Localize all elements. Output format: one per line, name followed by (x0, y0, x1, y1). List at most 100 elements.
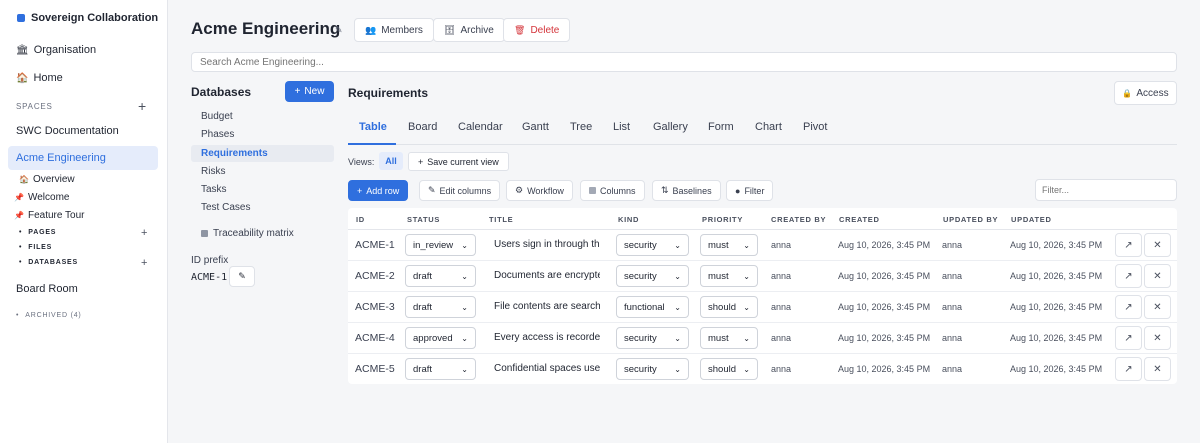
column-header[interactable]: UPDATED BY (943, 215, 998, 224)
filter-button[interactable]: ● Filter (726, 180, 774, 201)
delete-row-button[interactable]: ✕ (1144, 264, 1171, 288)
brand[interactable]: Sovereign Collaboration (17, 12, 158, 24)
table-row[interactable]: ACME-4 approved ⌄ Every access is recorded s… (348, 323, 1177, 354)
archive-button[interactable]: 🗄 Archive (433, 18, 505, 42)
open-row-button[interactable]: ↗ (1115, 357, 1142, 381)
delete-row-button[interactable]: ✕ (1144, 295, 1171, 319)
edit-columns-button[interactable]: ✎ Edit columns (419, 180, 501, 201)
search-input[interactable] (191, 52, 1177, 72)
column-header[interactable]: TITLE (489, 215, 513, 224)
traceability-matrix-link[interactable]: Traceability matrix (201, 228, 294, 239)
row-title[interactable]: Every access is recorded (494, 332, 600, 343)
table-row[interactable]: ACME-2 draft ⌄ Documents are encrypted secur… (348, 261, 1177, 292)
sidebar-item-board-room[interactable]: Board Room (16, 283, 78, 295)
baselines-button[interactable]: ⇅ Baselines (652, 180, 721, 201)
chevron-down-icon: ⌄ (743, 364, 750, 374)
pencil-icon[interactable]: ✎ (335, 25, 343, 36)
filter-input[interactable] (1035, 179, 1177, 201)
row-title[interactable]: Users sign in through the (494, 239, 600, 250)
tab-form[interactable]: Form (708, 121, 734, 133)
column-header[interactable]: KIND (618, 215, 639, 224)
kind-select[interactable]: security ⌄ (616, 265, 689, 287)
delete-row-button[interactable]: ✕ (1144, 233, 1171, 257)
kind-select[interactable]: security ⌄ (616, 234, 689, 256)
status-select[interactable]: draft ⌄ (405, 296, 476, 318)
tab-chart[interactable]: Chart (755, 121, 782, 133)
priority-select[interactable]: should ⌄ (700, 296, 758, 318)
chevron-down-icon: ⌄ (674, 302, 681, 312)
column-header[interactable]: PRIORITY (702, 215, 743, 224)
tab-gallery[interactable]: Gallery (653, 121, 688, 133)
kind-select[interactable]: security ⌄ (616, 327, 689, 349)
column-header[interactable]: CREATED BY (771, 215, 826, 224)
group-files[interactable]: • FILES (19, 244, 52, 251)
save-view-button[interactable]: + Save current view (408, 152, 509, 171)
tab-list[interactable]: List (613, 121, 630, 133)
tab-calendar[interactable]: Calendar (458, 121, 503, 133)
row-title[interactable]: Confidential spaces use (494, 363, 600, 374)
priority-select[interactable]: must ⌄ (700, 265, 758, 287)
group-databases[interactable]: • DATABASES (19, 259, 78, 266)
database-item[interactable]: Budget (191, 108, 334, 125)
tab-gantt[interactable]: Gantt (522, 121, 549, 133)
column-header[interactable]: ID (356, 215, 365, 224)
tab-pivot[interactable]: Pivot (803, 121, 827, 133)
view-all-button[interactable]: All (379, 152, 403, 170)
database-item-active[interactable]: Requirements (191, 145, 334, 162)
sidebar-item-acme-engineering[interactable]: Acme Engineering (8, 146, 158, 170)
column-header[interactable]: STATUS (407, 215, 440, 224)
row-id: ACME-3 (355, 301, 395, 313)
open-row-button[interactable]: ↗ (1115, 326, 1142, 350)
expand-icon: ↗ (1124, 239, 1133, 251)
status-value: in_review (413, 239, 454, 251)
database-item[interactable]: Test Cases (191, 199, 334, 216)
sidebar-item-welcome[interactable]: 📌 Welcome (14, 192, 69, 203)
sidebar-item-home[interactable]: 🏠 Home (16, 72, 63, 84)
workflow-button[interactable]: ⚙ Workflow (506, 180, 573, 201)
add-database-button[interactable]: + (141, 257, 147, 269)
open-row-button[interactable]: ↗ (1115, 264, 1142, 288)
table-row[interactable]: ACME-3 draft ⌄ File contents are searchable… (348, 292, 1177, 323)
database-item[interactable]: Phases (191, 126, 334, 143)
table-row[interactable]: ACME-1 in_review ⌄ Users sign in through th… (348, 230, 1177, 261)
archived-toggle[interactable]: • ARCHIVED (4) (16, 312, 82, 319)
members-button[interactable]: 👥 Members (354, 18, 434, 42)
open-row-button[interactable]: ↗ (1115, 233, 1142, 257)
tab-board[interactable]: Board (408, 121, 437, 133)
kind-select[interactable]: security ⌄ (616, 358, 689, 380)
access-button[interactable]: 🔒 Access (1114, 81, 1177, 105)
status-select[interactable]: approved ⌄ (405, 327, 476, 349)
sidebar-item-overview[interactable]: 🏠 Overview (19, 174, 75, 185)
tab-table[interactable]: Table (359, 121, 387, 133)
delete-row-button[interactable]: ✕ (1144, 326, 1171, 350)
delete-button[interactable]: 🗑 Delete (503, 18, 571, 42)
status-select[interactable]: draft ⌄ (405, 265, 476, 287)
row-title[interactable]: Documents are encrypted (494, 270, 600, 281)
new-database-button[interactable]: + New (285, 81, 334, 102)
row-title[interactable]: File contents are searchable (494, 301, 600, 312)
columns-button[interactable]: Columns (580, 180, 645, 201)
database-item[interactable]: Risks (191, 163, 334, 180)
column-header[interactable]: CREATED (839, 215, 880, 224)
column-header[interactable]: UPDATED (1011, 215, 1052, 224)
kind-value: functional (624, 301, 665, 313)
status-select[interactable]: in_review ⌄ (405, 234, 476, 256)
database-item[interactable]: Tasks (191, 181, 334, 198)
sidebar-item-organisation[interactable]: 🏛 Organisation (16, 44, 96, 56)
priority-select[interactable]: must ⌄ (700, 234, 758, 256)
tab-tree[interactable]: Tree (570, 121, 592, 133)
delete-row-button[interactable]: ✕ (1144, 357, 1171, 381)
add-space-button[interactable]: + (138, 99, 146, 113)
sidebar-item-feature-tour[interactable]: 📌 Feature Tour (14, 210, 84, 221)
status-select[interactable]: draft ⌄ (405, 358, 476, 380)
priority-select[interactable]: should ⌄ (700, 358, 758, 380)
add-page-button[interactable]: + (141, 227, 147, 239)
sidebar-item-swc-documentation[interactable]: SWC Documentation (16, 125, 119, 137)
priority-select[interactable]: must ⌄ (700, 327, 758, 349)
add-row-button[interactable]: + Add row (348, 180, 409, 201)
open-row-button[interactable]: ↗ (1115, 295, 1142, 319)
table-row[interactable]: ACME-5 draft ⌄ Confidential spaces use secur… (348, 354, 1177, 385)
edit-id-prefix-button[interactable]: ✎ (229, 266, 255, 287)
kind-select[interactable]: functional ⌄ (616, 296, 689, 318)
group-pages[interactable]: • PAGES (19, 229, 56, 236)
